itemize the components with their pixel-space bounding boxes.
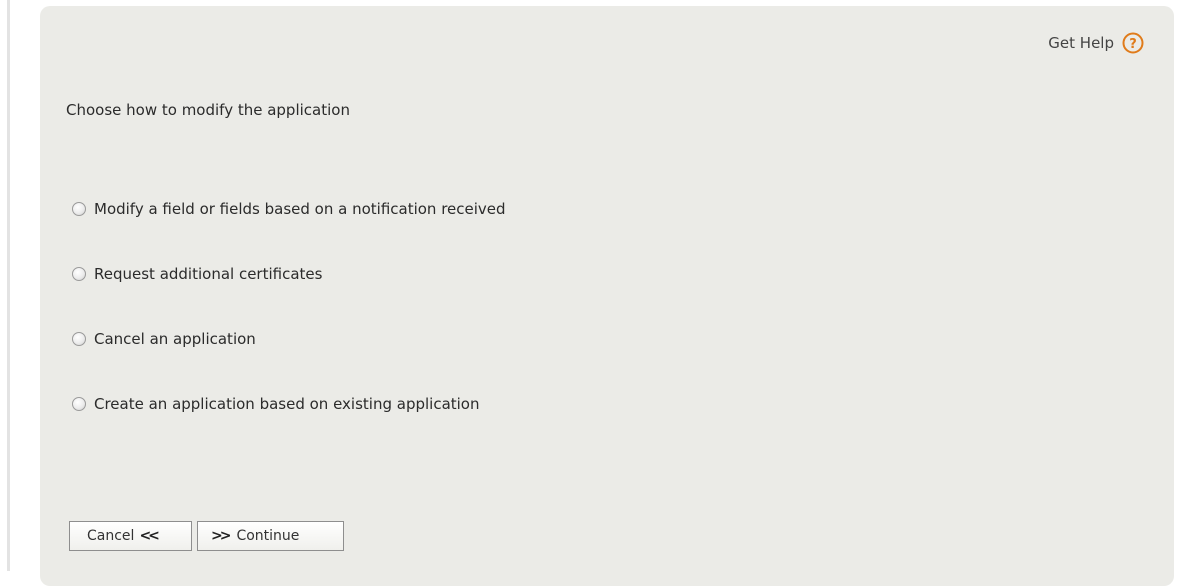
- radio-button[interactable]: [72, 202, 86, 216]
- get-help-label: Get Help: [1048, 34, 1114, 52]
- continue-button[interactable]: >> Continue: [197, 521, 344, 551]
- page: Get Help ? Choose how to modify the appl…: [0, 0, 1194, 586]
- option-label: Modify a field or fields based on a noti…: [94, 200, 506, 218]
- option-label: Request additional certificates: [94, 265, 323, 283]
- double-chevron-right-icon: >>: [211, 528, 232, 544]
- modify-options-radio-group: Modify a field or fields based on a noti…: [72, 197, 506, 457]
- left-divider: [7, 0, 10, 571]
- option-cancel-application[interactable]: Cancel an application: [72, 327, 506, 351]
- continue-button-label: Continue: [236, 528, 300, 544]
- question-circle-icon[interactable]: ?: [1122, 32, 1144, 54]
- cancel-button[interactable]: Cancel <<: [69, 521, 192, 551]
- option-label: Cancel an application: [94, 330, 256, 348]
- svg-text:?: ?: [1129, 37, 1137, 52]
- option-modify-fields[interactable]: Modify a field or fields based on a noti…: [72, 197, 506, 221]
- option-create-from-existing[interactable]: Create an application based on existing …: [72, 392, 506, 416]
- option-label: Create an application based on existing …: [94, 395, 480, 413]
- action-buttons: Cancel << >> Continue: [69, 521, 344, 551]
- get-help-link[interactable]: Get Help ?: [1048, 32, 1144, 54]
- double-chevron-left-icon: <<: [139, 528, 160, 544]
- radio-button[interactable]: [72, 397, 86, 411]
- page-title: Choose how to modify the application: [66, 101, 350, 119]
- option-request-certificates[interactable]: Request additional certificates: [72, 262, 506, 286]
- modify-application-panel: Get Help ? Choose how to modify the appl…: [40, 6, 1174, 586]
- radio-button[interactable]: [72, 267, 86, 281]
- radio-button[interactable]: [72, 332, 86, 346]
- cancel-button-label: Cancel: [87, 528, 135, 544]
